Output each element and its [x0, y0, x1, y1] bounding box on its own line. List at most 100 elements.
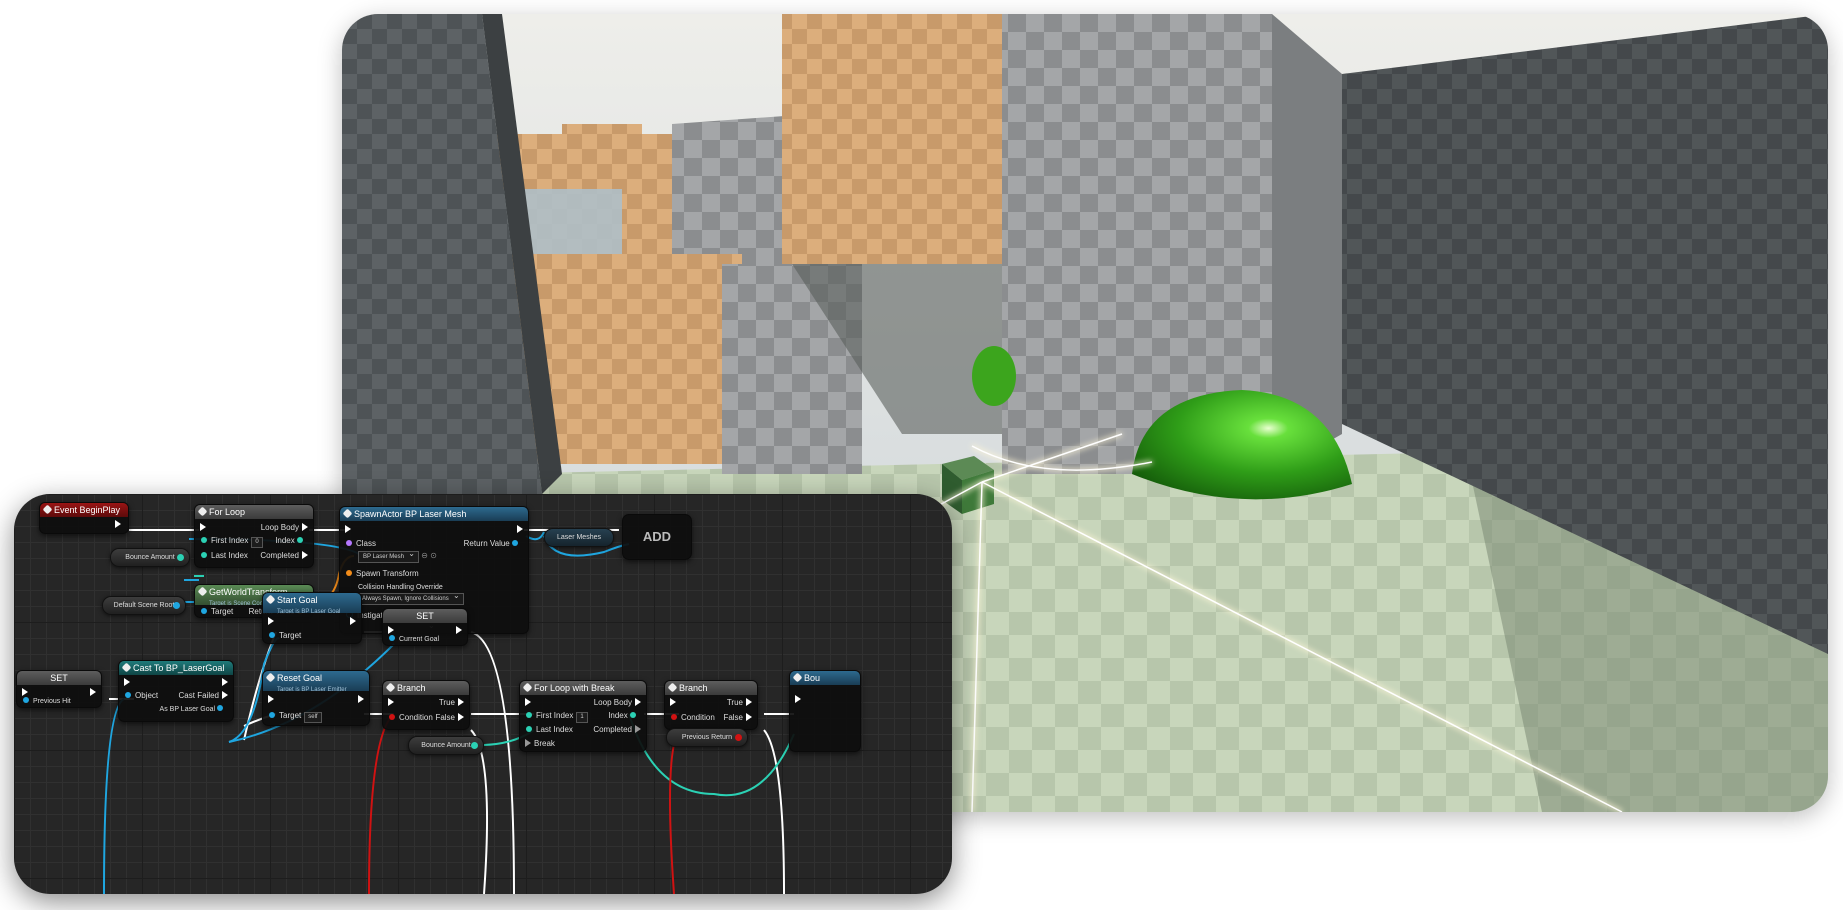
target-pin[interactable]: Target: [201, 607, 233, 617]
start-goal-node[interactable]: Start Goal Target is BP Laser Goal Target: [262, 592, 362, 644]
exec-in-pin[interactable]: [121, 678, 133, 688]
exec-out-pin[interactable]: [87, 688, 99, 698]
variable-label: Bounce Amount: [125, 554, 175, 561]
pin-label: Completed: [260, 551, 299, 560]
set-current-goal-node[interactable]: SET Current Goal: [382, 608, 468, 646]
node-title: Branch: [679, 683, 708, 693]
class-pin[interactable]: Class: [346, 539, 376, 549]
exec-out-pin[interactable]: [112, 520, 124, 530]
pin-label: Current Goal: [399, 636, 440, 643]
branch-node-2[interactable]: Branch True Condition False: [664, 680, 758, 730]
event-icon: [42, 504, 53, 515]
variable-label: Default Scene Root: [113, 602, 175, 609]
laser-meshes-variable[interactable]: Laser Meshes: [544, 528, 614, 547]
pin-label: Completed: [593, 725, 632, 734]
exec-out-pin[interactable]: [355, 695, 367, 705]
pin-label: First Index: [211, 536, 249, 545]
pin-label: Collision Handling Override: [358, 584, 443, 591]
class-dropdown[interactable]: BP Laser Mesh ⊖ ⊙: [358, 549, 437, 563]
set-previous-hit-node[interactable]: SET Previous Hit: [16, 670, 102, 708]
variable-label: Bounce Amount: [421, 742, 471, 749]
pin-label: Last Index: [536, 725, 573, 734]
exec-in-pin[interactable]: [265, 617, 277, 627]
collision-select[interactable]: Always Spawn, Ignore Collisions: [357, 591, 464, 605]
partial-node-right[interactable]: Bou: [789, 670, 861, 752]
last-index-pin[interactable]: Last Index: [526, 725, 573, 735]
index-pin[interactable]: Index: [608, 711, 640, 721]
node-title: Bou: [804, 673, 821, 683]
return-value-pin[interactable]: Return Value: [464, 539, 522, 549]
true-pin[interactable]: True: [439, 698, 467, 708]
for-loop-with-break-node[interactable]: For Loop with Break Loop Body First Inde…: [519, 680, 647, 752]
node-title: Reset Goal: [277, 673, 323, 683]
blueprint-graph[interactable]: Event BeginPlay For Loop Loop Body First…: [14, 494, 952, 894]
condition-pin[interactable]: Condition: [671, 713, 715, 723]
first-index-pin[interactable]: First Index 0: [201, 536, 263, 548]
bounce-amount-variable[interactable]: Bounce Amount: [110, 548, 190, 567]
pin-label: Cast Failed: [178, 691, 219, 700]
as-laser-goal-pin[interactable]: As BP Laser Goal: [160, 705, 227, 715]
exec-in-pin[interactable]: [522, 698, 534, 708]
node-title: Cast To BP_LaserGoal: [133, 663, 225, 673]
exec-out-pin[interactable]: [514, 525, 526, 535]
last-index-pin[interactable]: Last Index: [201, 551, 248, 561]
function-icon: [342, 508, 353, 519]
cast-failed-pin[interactable]: Cast Failed: [179, 691, 231, 701]
variable-label: Previous Return: [681, 734, 733, 741]
pin-label: True: [726, 698, 743, 707]
first-index-pin[interactable]: First Index 1: [526, 711, 588, 723]
event-begin-play-node[interactable]: Event BeginPlay: [39, 502, 129, 534]
first-index-input[interactable]: 1: [576, 712, 588, 723]
true-pin[interactable]: True: [727, 698, 755, 708]
completed-pin[interactable]: Completed: [260, 551, 311, 561]
bounce-amount-variable-2[interactable]: Bounce Amount: [408, 736, 484, 755]
pin-label: Object: [135, 691, 159, 700]
previous-return-variable[interactable]: Previous Return: [666, 728, 748, 747]
false-pin[interactable]: False: [435, 713, 467, 723]
reset-goal-node[interactable]: Reset Goal Target is BP Laser Emitter Tar…: [262, 670, 370, 726]
pin-label: Return Value: [463, 539, 510, 548]
exec-in-pin[interactable]: [265, 695, 277, 705]
default-scene-root-variable[interactable]: Default Scene Root: [102, 596, 186, 615]
exec-in-pin[interactable]: [342, 525, 354, 535]
target-pin[interactable]: Target self: [269, 711, 322, 723]
pin-label: Index: [608, 711, 628, 720]
loop-body-pin[interactable]: Loop Body: [594, 698, 644, 708]
node-title: SET: [416, 611, 434, 621]
class-select[interactable]: BP Laser Mesh: [358, 549, 419, 563]
pin-label: Spawn Transform: [356, 569, 419, 578]
exec-in-pin[interactable]: [667, 698, 679, 708]
node-subtitle: Target is BP Laser Goal: [277, 609, 341, 613]
target-pin[interactable]: Target: [269, 631, 301, 641]
condition-pin[interactable]: Condition: [389, 713, 433, 723]
break-pin[interactable]: Break: [522, 739, 555, 749]
loop-body-pin[interactable]: Loop Body: [261, 523, 311, 533]
collision-override-pin[interactable]: Always Spawn, Ignore Collisions: [346, 591, 464, 605]
exec-out-pin[interactable]: [453, 626, 465, 636]
exec-out-pin[interactable]: [219, 678, 231, 688]
pin-label: First Index: [536, 711, 574, 720]
exec-out-pin[interactable]: [347, 617, 359, 627]
for-loop-node[interactable]: For Loop Loop Body First Index 0 Index La…: [194, 504, 314, 568]
pin-label: Previous Hit: [33, 698, 71, 705]
node-title: For Loop with Break: [534, 683, 615, 693]
node-title: Start Goal: [277, 595, 318, 605]
index-pin[interactable]: Index: [275, 536, 307, 546]
false-pin[interactable]: False: [723, 713, 755, 723]
current-goal-pin[interactable]: Current Goal: [389, 635, 439, 645]
completed-pin[interactable]: Completed: [593, 725, 644, 735]
branch-node-1[interactable]: Branch True Condition False: [382, 680, 470, 730]
first-index-input[interactable]: 0: [251, 537, 263, 548]
previous-hit-pin[interactable]: Previous Hit: [23, 697, 71, 707]
exec-in-pin[interactable]: [385, 698, 397, 708]
pin-label: False: [723, 713, 743, 722]
object-pin[interactable]: Object: [125, 691, 158, 701]
spawn-transform-pin[interactable]: Spawn Transform: [346, 569, 419, 579]
array-add-node[interactable]: ADD: [622, 514, 692, 560]
cast-to-laser-goal-node[interactable]: Cast To BP_LaserGoal Object Cast Failed …: [118, 660, 234, 722]
pin-label: Loop Body: [593, 698, 632, 707]
exec-in-pin[interactable]: [792, 695, 804, 705]
pin-label: Condition: [399, 713, 433, 722]
exec-in-pin[interactable]: [197, 523, 209, 533]
pin-label: As BP Laser Goal: [159, 706, 216, 713]
